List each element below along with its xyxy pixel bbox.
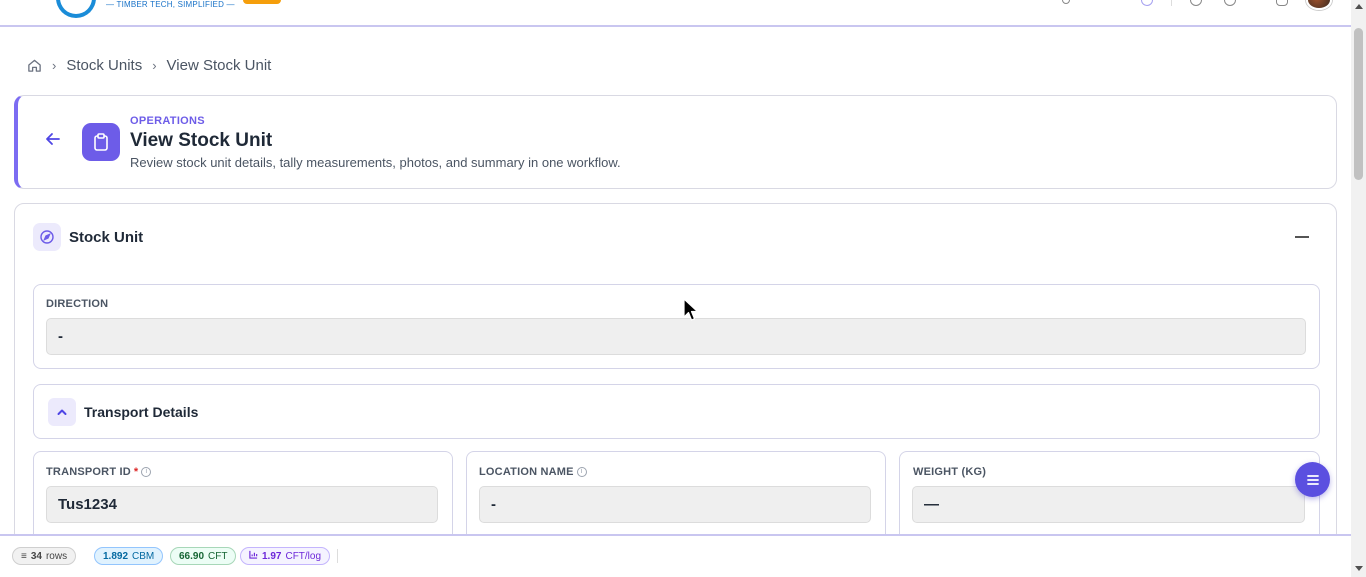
avatar[interactable] [1306,0,1332,10]
transport-id-label: TRANSPORT ID * i [46,466,152,478]
page-kicker: OPERATIONS [130,115,205,127]
collapse-icon[interactable] [1295,236,1309,238]
weight-field[interactable]: — [912,486,1305,523]
direction-label: DIRECTION [46,298,108,310]
list-icon: ≡ [21,550,27,562]
search-icon[interactable] [1062,0,1070,4]
page-title: View Stock Unit [130,130,273,151]
breadcrumb: › Stock Units › View Stock Unit [27,55,271,75]
cft-per-log-value: 1.97 [262,550,282,562]
breadcrumb-current: View Stock Unit [166,56,272,74]
cft-per-log-badge: 1.97 CFT/log [240,547,331,565]
cft-badge: 66.90 CFT [170,547,237,565]
bar-chart-icon [249,550,258,562]
rows-badge: ≡ 34 rows [12,547,77,565]
scroll-down-icon[interactable] [1355,566,1363,571]
list-icon [1306,474,1319,485]
cft-label: CFT [208,550,228,562]
transport-details-title: Transport Details [84,404,199,420]
transport-id-field[interactable]: Tus1234 [46,486,438,523]
page-header-card: OPERATIONS View Stock Unit Review stock … [14,95,1337,189]
scroll-up-icon[interactable] [1355,4,1363,9]
info-icon[interactable]: i [576,467,587,477]
cft-per-log-label: CFT/log [285,550,322,562]
mouse-cursor-icon [683,298,699,321]
scroll-thumb[interactable] [1354,28,1363,180]
home-icon[interactable] [27,58,42,73]
transport-details-section: Transport Details [33,384,1320,439]
info-icon[interactable] [1224,0,1236,6]
plan-badge [243,0,281,4]
bell-icon[interactable] [1276,0,1288,6]
location-name-field[interactable]: - [479,486,871,523]
list-menu-button[interactable] [1295,462,1330,497]
rows-count: 34 [30,550,42,562]
rows-label: rows [45,550,68,562]
cbm-label: CBM [132,550,155,562]
location-name-label-text: LOCATION NAME [479,466,574,478]
cbm-badge: 1.892 CBM [94,547,164,565]
stock-unit-title: Stock Unit [69,229,144,246]
chevron-right-icon: › [152,57,157,73]
page-scrollbar[interactable] [1351,0,1366,577]
help-icon[interactable] [1190,0,1202,6]
direction-section: DIRECTION - [33,284,1320,369]
clipboard-icon [82,123,120,161]
stock-unit-card: Stock Unit DIRECTION - Transport Details… [14,203,1337,551]
direction-field[interactable]: - [46,318,1306,355]
brand-tagline: — TIMBER TECH, SIMPLIFIED — [106,0,235,9]
page-subtitle: Review stock unit details, tally measure… [130,155,621,170]
transport-id-label-text: TRANSPORT ID [46,466,131,478]
required-marker: * [133,466,139,478]
topbar-divider [1171,0,1172,6]
location-name-label: LOCATION NAME i [479,466,587,478]
theme-icon[interactable] [1141,0,1153,6]
weight-label: WEIGHT (KG) [913,466,986,478]
cbm-value: 1.892 [103,550,129,562]
status-divider [337,549,338,563]
weight-label-text: WEIGHT (KG) [913,466,987,478]
top-navbar: — TIMBER TECH, SIMPLIFIED — [0,0,1351,27]
compass-icon [33,223,61,251]
info-icon[interactable]: i [141,467,152,477]
chevron-right-icon: › [52,57,57,73]
summary-status-bar: ≡ 34 rows 1.892 CBM 66.90 CFT 1.97 CFT/l… [0,534,1351,577]
back-arrow-icon[interactable] [44,130,66,152]
breadcrumb-stock-units[interactable]: Stock Units [66,57,142,74]
cft-value: 66.90 [179,550,205,562]
brand-logo[interactable] [56,0,96,18]
chevron-up-icon[interactable] [48,398,76,426]
direction-label-text: DIRECTION [46,298,109,310]
